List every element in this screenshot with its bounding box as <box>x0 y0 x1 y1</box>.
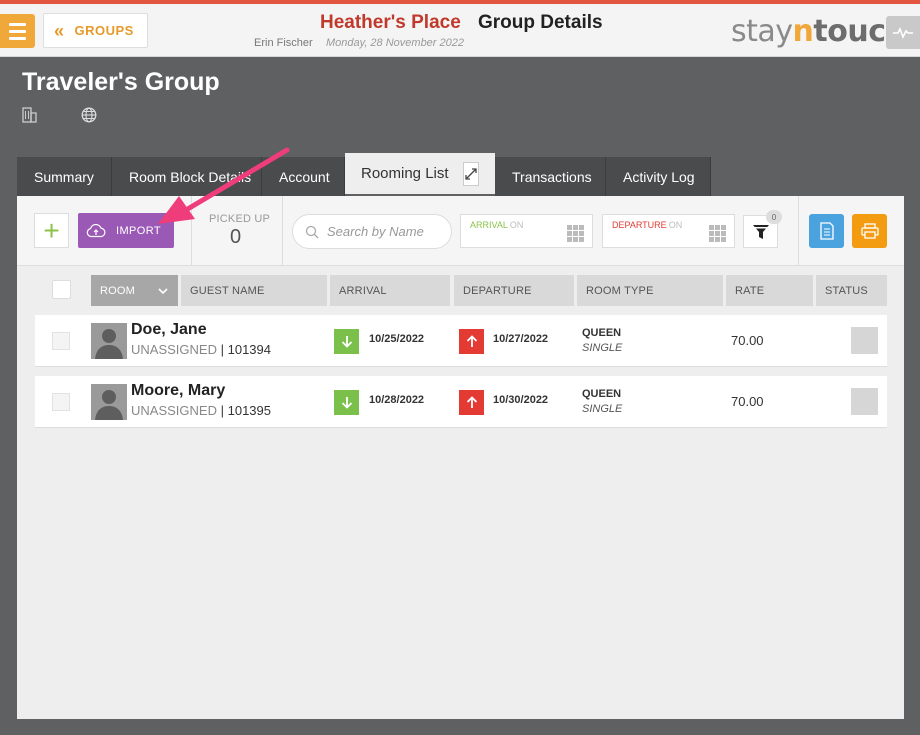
room-assignment: UNASSIGNED | 101395 <box>131 403 271 418</box>
document-icon <box>819 222 834 240</box>
column-departure[interactable]: DEPARTURE <box>454 275 574 306</box>
table-row[interactable]: Doe, Jane UNASSIGNED | 101394 10/25/2022… <box>35 315 887 367</box>
plus-icon: + <box>43 214 60 246</box>
search-icon <box>305 225 319 238</box>
tab-rooming-list-label: Rooming List <box>361 165 449 182</box>
calendar-grid-icon <box>709 225 726 242</box>
rate-value: 70.00 <box>731 394 764 409</box>
avatar <box>91 384 127 420</box>
row-checkbox[interactable] <box>52 393 70 411</box>
tab-activity-log[interactable]: Activity Log <box>606 157 711 196</box>
filter-count-badge: 0 <box>766 210 782 224</box>
select-all-checkbox[interactable] <box>52 280 71 299</box>
double-chevron-left-icon: « <box>54 20 65 41</box>
chevron-down-icon <box>158 287 168 294</box>
search-input[interactable] <box>327 224 437 239</box>
column-guest-name[interactable]: GUEST NAME <box>181 275 327 306</box>
room-assignment: UNASSIGNED | 101394 <box>131 342 271 357</box>
add-reservation-button[interactable]: + <box>34 213 69 248</box>
avatar <box>91 323 127 359</box>
groups-back-button[interactable]: « GROUPS <box>43 13 148 48</box>
departure-arrow-icon <box>459 329 484 354</box>
printer-icon <box>860 223 879 239</box>
app-header: « GROUPS Heather's Place Group Details E… <box>0 4 920 57</box>
arrival-filter-label: ARRIVAL <box>470 220 508 230</box>
groups-label: GROUPS <box>74 23 134 38</box>
print-button[interactable] <box>852 214 887 248</box>
rooming-toolbar: + IMPORT PICKED UP 0 ARRIVALON DEPARTURE… <box>17 196 904 266</box>
column-arrival[interactable]: ARRIVAL <box>330 275 450 306</box>
picked-up-label: PICKED UP <box>209 213 271 225</box>
tab-bar: Summary Room Block Details Account Roomi… <box>17 153 711 197</box>
tab-summary[interactable]: Summary <box>17 157 112 196</box>
calendar-grid-icon <box>567 225 584 242</box>
departure-date-filter[interactable]: DEPARTURE ON <box>602 214 735 248</box>
globe-icon[interactable] <box>81 107 97 128</box>
status-indicator[interactable] <box>851 327 878 354</box>
arrival-date: 10/25/2022 <box>369 333 425 345</box>
import-button[interactable]: IMPORT <box>78 213 174 248</box>
import-label: IMPORT <box>116 224 161 237</box>
menu-button[interactable] <box>0 14 35 48</box>
tab-room-block-details[interactable]: Room Block Details <box>112 157 262 196</box>
document-button[interactable] <box>809 214 844 248</box>
departure-date: 10/27/2022 <box>493 333 549 345</box>
column-room-type[interactable]: ROOM TYPE <box>577 275 723 306</box>
guest-name[interactable]: Moore, Mary <box>131 382 225 400</box>
search-field[interactable] <box>292 214 452 249</box>
rate-value: 70.00 <box>731 333 764 348</box>
guest-name[interactable]: Doe, Jane <box>131 321 207 339</box>
row-checkbox[interactable] <box>52 332 70 350</box>
arrival-arrow-icon <box>334 390 359 415</box>
arrival-date: 10/28/2022 <box>369 394 425 406</box>
business-date: Monday, 28 November 2022 <box>326 37 464 49</box>
user-name: Erin Fischer <box>254 37 313 49</box>
group-title: Traveler's Group <box>22 68 220 96</box>
table-row[interactable]: Moore, Mary UNASSIGNED | 101395 10/28/20… <box>35 376 887 428</box>
arrival-arrow-icon <box>334 329 359 354</box>
hotel-name: Heather's Place <box>320 12 461 33</box>
page-title: Group Details <box>478 12 603 33</box>
room-type: QUEEN <box>582 327 622 339</box>
tab-rooming-list[interactable]: Rooming List <box>345 153 495 194</box>
activity-pulse-button[interactable] <box>886 16 920 49</box>
funnel-icon <box>752 224 769 239</box>
column-room-sort[interactable]: ROOM <box>91 275 178 306</box>
departure-arrow-icon <box>459 390 484 415</box>
column-rate[interactable]: RATE <box>726 275 813 306</box>
tab-transactions[interactable]: Transactions <box>495 157 606 196</box>
room-type: QUEEN <box>582 388 622 400</box>
picked-up-value: 0 <box>230 226 242 248</box>
rooming-list-panel: + IMPORT PICKED UP 0 ARRIVALON DEPARTURE… <box>17 196 904 719</box>
pulse-icon <box>893 26 913 39</box>
column-status[interactable]: STATUS <box>816 275 887 306</box>
arrival-date-filter[interactable]: ARRIVAL ON <box>460 214 593 248</box>
cloud-upload-icon <box>86 223 106 237</box>
building-icon[interactable] <box>22 107 37 128</box>
departure-date: 10/30/2022 <box>493 394 549 406</box>
room-subtype: SINGLE <box>582 342 623 354</box>
hamburger-icon <box>9 22 26 26</box>
status-indicator[interactable] <box>851 388 878 415</box>
expand-icon[interactable] <box>462 161 479 186</box>
room-subtype: SINGLE <box>582 403 623 415</box>
stayntouch-logo: stayntouch <box>731 14 907 49</box>
tab-account[interactable]: Account <box>262 157 345 196</box>
departure-filter-label: DEPARTURE <box>612 220 667 230</box>
